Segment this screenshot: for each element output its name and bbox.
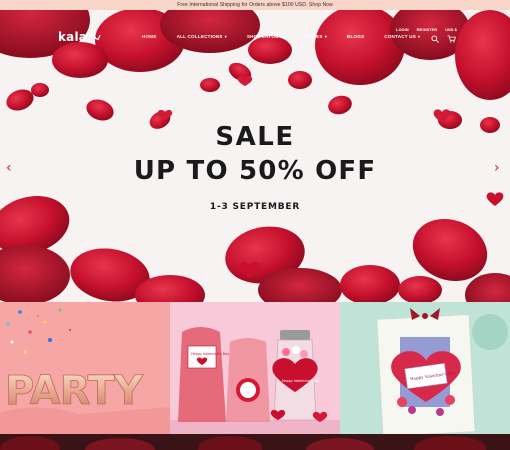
- hero-date: 1-3 SEPTEMBER: [209, 202, 301, 212]
- brand-logo[interactable]: kala: [58, 30, 101, 44]
- hero-headline-discount: UP TO 50% OFF: [133, 156, 377, 186]
- announcement-text[interactable]: Free International Shipping for Orders a…: [177, 2, 333, 8]
- banner-valentine-favors[interactable]: Happy Valentine's Day Happy Valentine's …: [170, 302, 340, 434]
- slider-prev-arrow-icon[interactable]: ‹: [6, 161, 12, 175]
- register-link[interactable]: REGISTER: [417, 27, 437, 32]
- nav-item-shop-layout[interactable]: SHOP LAYOUT ▾: [247, 34, 286, 39]
- valentine-card-image: Happy Valentine's Day: [376, 308, 508, 434]
- hero-slider: kala HOME ALL COLLECTIONS ▾ SHOP LAYOUT ▾ …: [0, 10, 510, 302]
- party-balloon-text: PARTY: [5, 368, 144, 414]
- banner-party-balloons[interactable]: PARTY: [0, 302, 170, 434]
- chevron-down-icon: ▾: [283, 34, 286, 39]
- search-icon[interactable]: [430, 34, 440, 44]
- valentine-favors-image: Happy Valentine's Day Happy Valentine's …: [170, 327, 340, 434]
- brand-logo-text: kala: [58, 30, 88, 44]
- favor-tag-text-1: Happy Valentine's Day: [191, 352, 229, 356]
- chevron-down-icon: ▾: [224, 34, 227, 39]
- brand-mark-icon: [88, 33, 101, 41]
- nav-item-contact-us[interactable]: CONTACT US ▾: [384, 34, 420, 39]
- nav-item-pages[interactable]: PAGES ▾: [306, 34, 327, 39]
- announcement-bar[interactable]: Free International Shipping for Orders a…: [0, 0, 510, 10]
- page: Free International Shipping for Orders a…: [0, 0, 510, 450]
- hero-headline-sale: SALE: [215, 122, 295, 152]
- favor-tag-text-2: Happy Valentine's Day: [282, 379, 320, 383]
- login-link[interactable]: LOGIN: [396, 27, 409, 32]
- slider-next-arrow-icon[interactable]: ›: [494, 161, 500, 175]
- nav-item-blogs[interactable]: BLOGS: [347, 34, 364, 39]
- currency-selector[interactable]: USD $: [445, 27, 457, 32]
- promo-banners: PARTY Happy Valentine's Day Happy Valent…: [0, 302, 510, 434]
- chevron-down-icon: ▾: [418, 34, 421, 39]
- party-balloons-image: PARTY: [0, 308, 170, 434]
- nav-item-home[interactable]: HOME: [142, 34, 157, 39]
- header-icons: [430, 34, 456, 44]
- chevron-down-icon: ▾: [324, 34, 327, 39]
- nav-item-all-collections[interactable]: ALL COLLECTIONS ▾: [177, 34, 227, 39]
- account-links: LOGIN REGISTER USD $: [396, 27, 457, 32]
- main-nav: HOME ALL COLLECTIONS ▾ SHOP LAYOUT ▾ PAGES…: [142, 34, 440, 39]
- roses-footer-strip: [0, 434, 510, 450]
- cart-icon[interactable]: [446, 34, 456, 44]
- banner-valentine-card[interactable]: Happy Valentine's Day: [340, 302, 510, 434]
